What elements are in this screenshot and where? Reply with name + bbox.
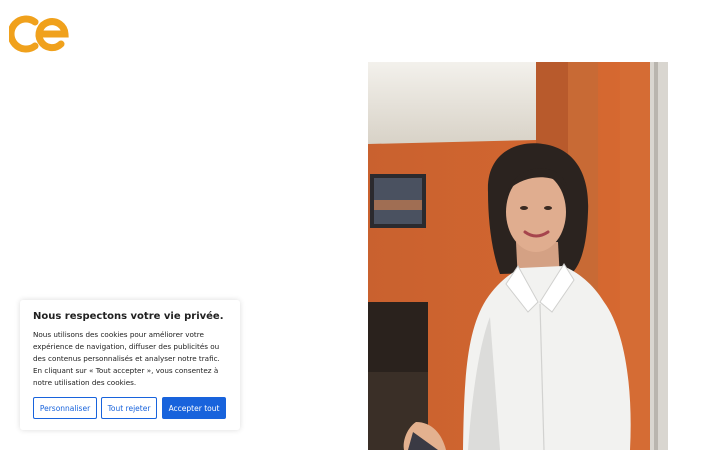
accept-all-button[interactable]: Accepter tout [162,397,226,419]
portrait-photo [368,62,668,450]
cookie-banner-title: Nous respectons votre vie privée. [33,311,224,322]
site-logo[interactable] [9,12,71,56]
cookie-consent-banner: Nous respectons votre vie privée. Nous u… [20,300,240,430]
reject-all-button[interactable]: Tout rejeter [101,397,157,419]
customize-button[interactable]: Personnaliser [33,397,97,419]
cookie-banner-text: Nous utilisons des cookies pour améliore… [33,330,220,387]
